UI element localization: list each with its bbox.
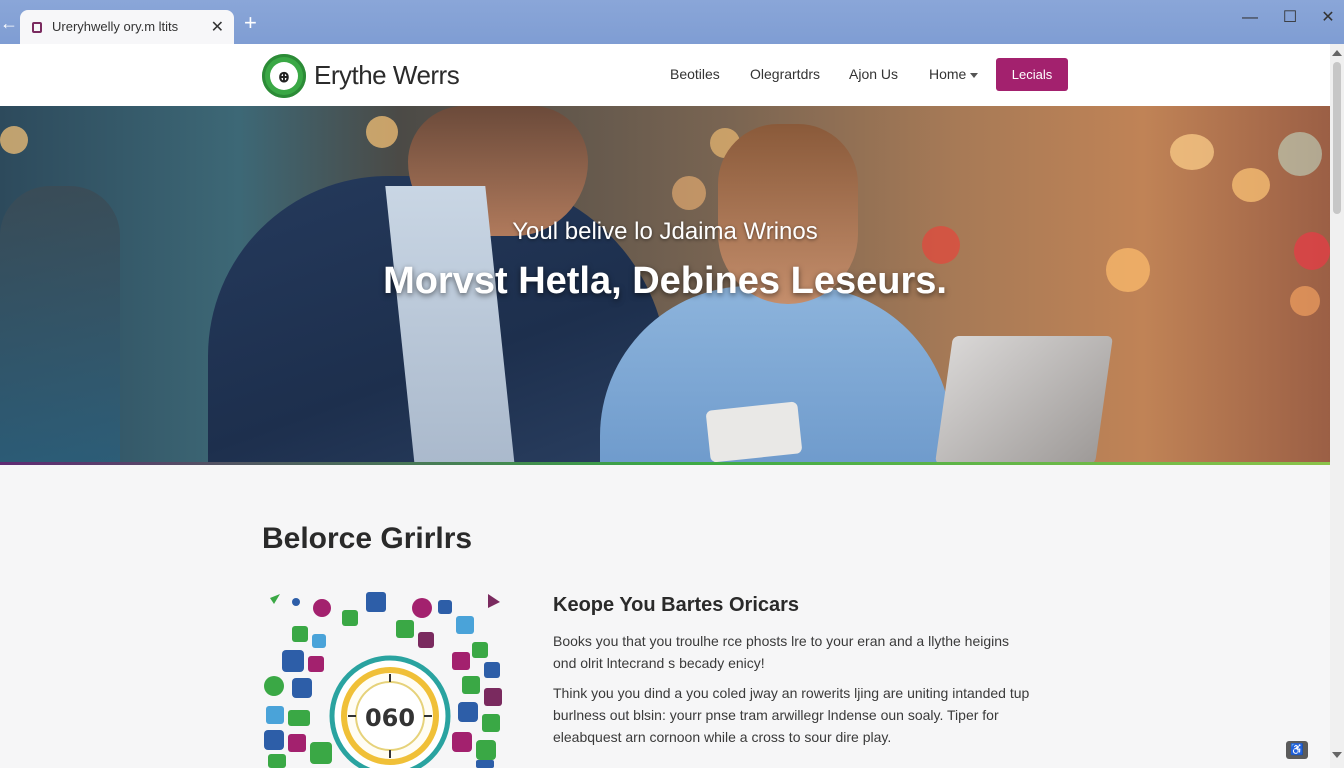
- feature-paragraph-2: Think you you dind a you coled jway an r…: [553, 682, 1053, 748]
- hero-subtitle: Youl belive lo Jdaima Wrinos: [512, 218, 818, 245]
- hero-divider: [0, 462, 1330, 465]
- chevron-down-icon: [970, 72, 979, 78]
- close-window-button[interactable]: ✕: [1318, 10, 1338, 26]
- nav-item-olegrartdrs[interactable]: Olegrartdrs: [750, 66, 820, 82]
- vertical-scrollbar[interactable]: [1330, 44, 1344, 768]
- laptop: [935, 336, 1113, 464]
- cta-button[interactable]: Lecials: [996, 58, 1068, 91]
- nav-item-home[interactable]: Home: [929, 66, 979, 82]
- back-arrow-icon[interactable]: ←: [0, 12, 18, 34]
- paragraph-line: Books you that you troulhe rce phosts lr…: [553, 633, 1010, 649]
- nav-home-label: Home: [929, 66, 967, 82]
- new-tab-button[interactable]: +: [244, 12, 257, 34]
- accessibility-icon[interactable]: ♿: [1286, 741, 1308, 759]
- nav-item-ajon-us[interactable]: Ajon Us: [849, 66, 898, 82]
- bokeh-light: [1170, 134, 1214, 170]
- nav-item-beotiles[interactable]: Beotiles: [670, 66, 720, 82]
- feature-paragraph-1: Books you that you troulhe rce phosts lr…: [553, 630, 1053, 674]
- bokeh-light: [1278, 132, 1322, 176]
- scroll-up-icon[interactable]: [1332, 50, 1342, 56]
- browser-tab-bar: ← Ureryhwelly ory.m ltits ✕ + — ☐ ✕: [0, 0, 1344, 44]
- tab-title: Ureryhwelly ory.m ltits: [52, 19, 179, 34]
- tree-logo-icon[interactable]: ꚛ: [262, 54, 306, 98]
- bokeh-light: [366, 116, 398, 148]
- paragraph-line: eleabquest arn cornoon while a cross to …: [553, 729, 892, 745]
- bokeh-light: [672, 176, 706, 210]
- lock-icon: [32, 22, 42, 33]
- smartphone: [705, 401, 803, 463]
- apps-circle-illustration: [264, 592, 502, 768]
- minimize-button[interactable]: —: [1240, 10, 1260, 26]
- scroll-thumb[interactable]: [1333, 62, 1341, 214]
- close-tab-icon[interactable]: ✕: [211, 17, 224, 37]
- page-viewport: ꚛ Erythe Werrs Beotiles Olegrartdrs Ajon…: [0, 44, 1330, 768]
- maximize-button[interactable]: ☐: [1280, 10, 1300, 26]
- paragraph-line: burlness out blsin: yourr pnse tram arwi…: [553, 707, 999, 723]
- paragraph-line: ond olrit lntecrand s becady enicy!: [553, 655, 765, 671]
- feature-title: Keope You Bartes Oricars: [553, 594, 800, 616]
- hero-title: Morvst Hetla, Debines Leseurs.: [383, 260, 947, 302]
- apps-illustration: 060: [262, 590, 518, 768]
- section-heading: Belorce Grirlrs: [262, 522, 473, 555]
- brand-name[interactable]: Erythe Werrs: [314, 60, 460, 91]
- bokeh-light: [1232, 168, 1270, 202]
- paragraph-line: Think you you dind a you coled jway an r…: [553, 685, 1030, 701]
- site-header: ꚛ Erythe Werrs Beotiles Olegrartdrs Ajon…: [0, 44, 1330, 106]
- hero-banner: Youl belive lo Jdaima Wrinos Morvst Hetl…: [0, 106, 1330, 464]
- bokeh-light: [0, 126, 28, 154]
- scroll-down-icon[interactable]: [1332, 752, 1342, 758]
- dial-text: 060: [364, 704, 416, 732]
- browser-tab[interactable]: Ureryhwelly ory.m ltits ✕: [20, 10, 234, 44]
